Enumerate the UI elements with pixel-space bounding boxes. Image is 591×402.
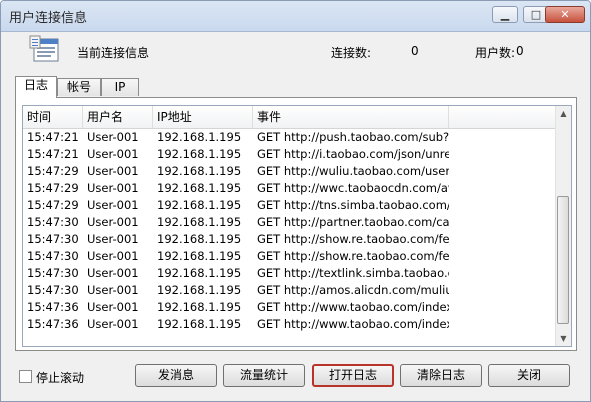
- column-header-ip[interactable]: IP地址: [153, 106, 253, 128]
- cell-ip: 192.168.1.195: [157, 164, 242, 178]
- cell-event: GET http://show.re.taobao.com/feat...: [257, 232, 449, 246]
- cell-time: 15:47:30: [27, 215, 79, 229]
- cell-username: User-001: [87, 300, 139, 314]
- cell-event: GET http://amos.alicdn.com/muliuser...: [257, 283, 449, 297]
- scroll-up-icon[interactable]: ▲: [556, 106, 571, 121]
- cell-ip: 192.168.1.195: [157, 249, 242, 263]
- cell-time: 15:47:30: [27, 266, 79, 280]
- list-header: 时间 用户名 IP地址 事件: [23, 106, 557, 129]
- user-count-value: 0: [516, 44, 524, 58]
- cell-ip: 192.168.1.195: [157, 198, 242, 212]
- cell-event: GET http://i.taobao.com/json/unread...: [257, 147, 449, 161]
- table-row[interactable]: 15:47:30 User-001 192.168.1.195 GET http://…: [23, 282, 557, 299]
- column-header-username[interactable]: 用户名: [83, 106, 153, 128]
- cell-time: 15:47:29: [27, 198, 79, 212]
- title-bar[interactable]: 用户连接信息 ▁ □ ✕: [1, 1, 590, 32]
- table-row[interactable]: 15:47:21 User-001 192.168.1.195 GET http://…: [23, 129, 557, 146]
- cell-ip: 192.168.1.195: [157, 147, 242, 161]
- send-message-button[interactable]: 发消息: [135, 364, 217, 387]
- cell-ip: 192.168.1.195: [157, 215, 242, 229]
- cell-username: User-001: [87, 198, 139, 212]
- cell-time: 15:47:30: [27, 283, 79, 297]
- traffic-stats-button[interactable]: 流量统计: [223, 364, 305, 387]
- user-connection-window: 用户连接信息 ▁ □ ✕ 当前连接信息 连接数: 0 用户数: 0 日志 帐号 …: [0, 0, 591, 402]
- cell-time: 15:47:36: [27, 300, 79, 314]
- connection-count-value: 0: [411, 44, 419, 58]
- table-row[interactable]: 15:47:30 User-001 192.168.1.195 GET http://…: [23, 214, 557, 231]
- cell-time: 15:47:29: [27, 181, 79, 195]
- cell-event: GET http://push.taobao.com/sub?ni...: [257, 130, 449, 144]
- cell-ip: 192.168.1.195: [157, 300, 242, 314]
- cell-username: User-001: [87, 181, 139, 195]
- table-row[interactable]: 15:47:21 User-001 192.168.1.195 GET http://…: [23, 146, 557, 163]
- cell-event: GET http://tns.simba.taobao.com/?n...: [257, 198, 449, 212]
- footer-bar: 停止滚动 发消息 流量统计 打开日志 清除日志 关闭: [1, 358, 590, 398]
- minimize-icon: ▁: [500, 8, 510, 21]
- cell-time: 15:47:21: [27, 130, 79, 144]
- close-button[interactable]: 关闭: [488, 364, 570, 387]
- cell-event: GET http://show.re.taobao.com/feat...: [257, 249, 449, 263]
- table-row[interactable]: 15:47:36 User-001 192.168.1.195 GET http://…: [23, 316, 557, 333]
- table-row[interactable]: 15:47:36 User-001 192.168.1.195 GET http://…: [23, 299, 557, 316]
- cell-ip: 192.168.1.195: [157, 232, 242, 246]
- cell-event: GET http://wwc.taobaocdn.com/ava...: [257, 181, 449, 195]
- cell-ip: 192.168.1.195: [157, 317, 242, 331]
- cell-ip: 192.168.1.195: [157, 181, 242, 195]
- cell-username: User-001: [87, 266, 139, 280]
- cell-time: 15:47:29: [27, 164, 79, 178]
- cell-event: GET http://www.taobao.com/index_i...: [257, 317, 449, 331]
- cell-event: GET http://www.taobao.com/index_i...: [257, 300, 449, 314]
- scroll-down-icon[interactable]: ▼: [556, 331, 571, 346]
- column-header-time[interactable]: 时间: [23, 106, 83, 128]
- minimize-button[interactable]: ▁: [492, 6, 518, 23]
- cell-username: User-001: [87, 283, 139, 297]
- connection-summary: 当前连接信息 连接数: 0 用户数: 0: [1, 32, 590, 72]
- table-row[interactable]: 15:47:29 User-001 192.168.1.195 GET http://…: [23, 197, 557, 214]
- tab-log[interactable]: 日志: [15, 76, 57, 98]
- close-window-button[interactable]: ✕: [545, 6, 585, 23]
- table-row[interactable]: 15:47:30 User-001 192.168.1.195 GET http://…: [23, 265, 557, 282]
- cell-ip: 192.168.1.195: [157, 283, 242, 297]
- cell-ip: 192.168.1.195: [157, 130, 242, 144]
- window-title: 用户连接信息: [9, 11, 88, 26]
- stop-scroll-label: 停止滚动: [36, 371, 85, 385]
- header-title: 当前连接信息: [77, 46, 150, 60]
- cell-username: User-001: [87, 215, 139, 229]
- column-header-blank[interactable]: [449, 106, 557, 128]
- cell-time: 15:47:36: [27, 317, 79, 331]
- vertical-scrollbar[interactable]: ▲ ▼: [555, 106, 571, 346]
- table-row[interactable]: 15:47:30 User-001 192.168.1.195 GET http://…: [23, 231, 557, 248]
- table-row[interactable]: 15:47:30 User-001 192.168.1.195 GET http://…: [23, 248, 557, 265]
- cell-username: User-001: [87, 232, 139, 246]
- cell-username: User-001: [87, 249, 139, 263]
- scroll-thumb[interactable]: [557, 196, 569, 324]
- cell-username: User-001: [87, 130, 139, 144]
- cell-username: User-001: [87, 164, 139, 178]
- cell-username: User-001: [87, 317, 139, 331]
- cell-time: 15:47:30: [27, 232, 79, 246]
- connection-count-label: 连接数:: [331, 46, 372, 60]
- stop-scroll-checkbox[interactable]: [19, 370, 32, 383]
- cell-time: 15:47:21: [27, 147, 79, 161]
- cell-event: GET http://wuliu.taobao.com/user/or...: [257, 164, 449, 178]
- log-panel: 时间 用户名 IP地址 事件 15:47:21 User-001 192.168.1…: [15, 97, 577, 351]
- cell-event: GET http://partner.taobao.com/call/l...: [257, 215, 449, 229]
- open-log-button[interactable]: 打开日志: [312, 364, 394, 387]
- column-header-event[interactable]: 事件: [253, 106, 449, 128]
- table-row[interactable]: 15:47:29 User-001 192.168.1.195 GET http://…: [23, 180, 557, 197]
- log-list[interactable]: 时间 用户名 IP地址 事件 15:47:21 User-001 192.168.1…: [22, 105, 572, 347]
- clear-log-button[interactable]: 清除日志: [400, 364, 482, 387]
- cell-event: GET http://textlink.simba.taobao.com...: [257, 266, 449, 280]
- tab-account[interactable]: 帐号: [57, 78, 101, 96]
- cell-ip: 192.168.1.195: [157, 266, 242, 280]
- cell-time: 15:47:30: [27, 249, 79, 263]
- close-icon: ✕: [560, 8, 570, 21]
- tab-ip[interactable]: IP: [101, 78, 139, 96]
- cell-username: User-001: [87, 147, 139, 161]
- user-count-label: 用户数:: [475, 46, 516, 60]
- window-list-icon: [29, 35, 59, 62]
- table-row[interactable]: 15:47:29 User-001 192.168.1.195 GET http://…: [23, 163, 557, 180]
